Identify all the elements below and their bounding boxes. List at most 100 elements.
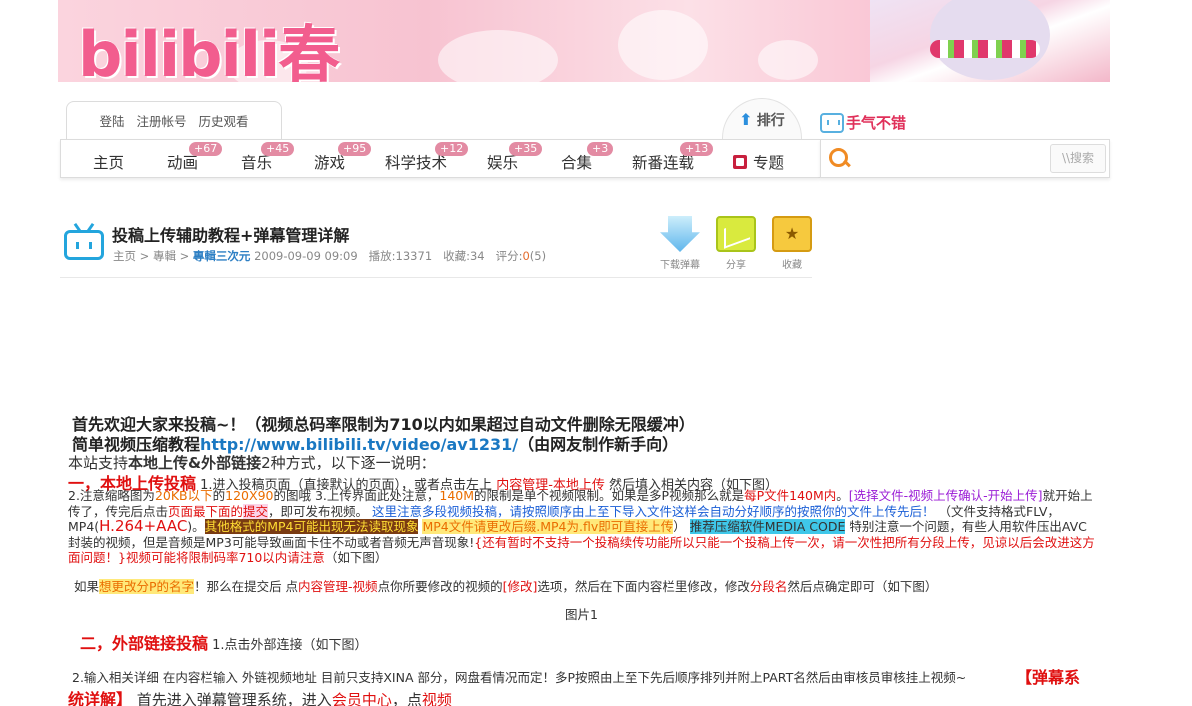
nav-science[interactable]: 科学技术 +12 (385, 142, 469, 173)
banner-illustration (870, 0, 1110, 82)
nav-count-badge: +12 (435, 142, 469, 156)
site-logo[interactable]: bilibili春 (78, 4, 340, 82)
nav-special[interactable]: 专题 (733, 151, 784, 173)
highlight-text: MP4文件请更改后缀.MP4为.flv即可直接上传 (422, 519, 674, 534)
video-title: 投稿上传辅助教程+弹幕管理详解 (112, 226, 350, 245)
search-input[interactable] (857, 145, 1047, 172)
breadcrumb-separator: > (179, 249, 190, 263)
highlight-text: 这里注意多段视频投稿，请按照顺序由上至下导入文件这样会自动分好顺序的按照你的文件… (372, 503, 935, 519)
nav-count-badge: +95 (338, 142, 372, 156)
section-title: 统详解】 (68, 690, 133, 706)
rank-label: 排行 (756, 112, 785, 129)
nav-collection[interactable]: 合集 +3 (561, 142, 614, 173)
nav-anime[interactable]: 动画 +67 (167, 142, 223, 173)
action-label: 收藏 (782, 260, 802, 271)
breadcrumb-category[interactable]: 專輯三次元 (193, 249, 251, 263)
nav-game[interactable]: 游戏 +95 (314, 142, 372, 173)
nav-label: 音乐 (241, 154, 273, 172)
nav-entertainment[interactable]: 娱乐 +35 (487, 142, 543, 173)
highlight-text: 120X90 (225, 488, 274, 503)
section-danmaku: 统详解】 首先进入弹幕管理系统，进入会员中心，点视频 (68, 686, 452, 706)
login-link[interactable]: 登陆 (99, 111, 124, 130)
nav-label: 新番连载 (632, 154, 695, 172)
section-title: 二，外部链接投稿 (80, 634, 209, 653)
tv-icon (64, 222, 104, 260)
main-nav: 主页 动画 +67 音乐 +45 游戏 +95 科学技术 +12 娱乐 +35 … (60, 139, 820, 178)
note-text: 如果 (74, 579, 100, 594)
search-button[interactable]: \\搜索 (1050, 144, 1106, 173)
note-text: ！那么在提交后 点 (194, 579, 299, 594)
highlight-text: 视频可能将限制码率710以内请注意 (125, 550, 325, 565)
highlight-text: 分段名 (749, 579, 788, 594)
nav-label: 主页 (93, 154, 125, 172)
upload-time: 2009-09-09 09:09 (254, 249, 358, 263)
lucky-label: 手气不错 (846, 114, 907, 132)
search-bar: \\搜索 (820, 139, 1110, 178)
site-banner[interactable]: bilibili春 (58, 0, 1110, 82)
note-text: 选项，然后在下面内容栏里修改，修改 (537, 579, 750, 594)
note-text: 然后点确定即可（如下图） (787, 579, 938, 594)
nav-label: 游戏 (314, 154, 346, 172)
note-text: 。 (836, 488, 849, 503)
highlight-text: 140M (439, 488, 475, 503)
step-text: 首先进入弹幕管理系统，进入 (136, 691, 332, 706)
note-text: 点你所要修改的视频的 (377, 579, 503, 594)
nav-count-badge: +35 (509, 142, 543, 156)
nav-home[interactable]: 主页 (93, 151, 124, 173)
nav-new-anime[interactable]: 新番连载 +13 (632, 142, 714, 173)
download-danmaku-button[interactable]: 下载弹幕 (658, 216, 702, 271)
highlight-text: 其他格式的MP4可能出现无法读取现象 (204, 519, 419, 534)
nav-music[interactable]: 音乐 +45 (241, 142, 295, 173)
breadcrumb-home[interactable]: 主页 (113, 249, 136, 263)
step-text: ，点 (391, 691, 422, 706)
highlight-text: 提交 (243, 503, 269, 519)
breadcrumb-section[interactable]: 專輯 (153, 249, 176, 263)
history-link[interactable]: 历史观看 (199, 111, 249, 130)
favorite-button[interactable]: 收藏 (770, 216, 814, 271)
nav-label: 动画 (167, 154, 199, 172)
highlight-text: 内容管理-视频 (298, 579, 378, 594)
search-icon (829, 148, 849, 168)
rename-part-line: 如果想更改分P的名字！那么在提交后 点内容管理-视频点你所要修改的视频的[修改]… (74, 576, 937, 595)
user-links: 登陆 注册帐号 历史观看 (66, 101, 282, 139)
folder-star-icon (772, 216, 812, 252)
highlight-text: [选择文件-视频上传确认-开始上传] (848, 488, 1043, 503)
register-link[interactable]: 注册帐号 (136, 111, 186, 130)
step-text: 1.点击外部连接（如下图） (212, 638, 368, 653)
nav-count-badge: +45 (261, 142, 295, 156)
video-header: 投稿上传辅助教程+弹幕管理详解 主页 > 專輯 > 專輯三次元 2009-09-… (60, 208, 812, 278)
special-topic-icon (733, 155, 747, 169)
action-label: 分享 (726, 260, 746, 271)
plays-count: 13371 (395, 249, 433, 263)
nav-label: 娱乐 (487, 154, 519, 172)
highlight-text: H.264+AAC (99, 517, 188, 535)
lucky-button[interactable]: 手气不错 (820, 112, 906, 133)
highlight-text: [修改] (502, 579, 538, 594)
breadcrumb-separator: > (139, 249, 150, 263)
score-value: 0 (522, 249, 530, 263)
highlight-text: 视频 (421, 691, 452, 706)
section-title: 【弹幕系 (1016, 668, 1081, 687)
note-text: ，即可发布视频。 (268, 503, 369, 519)
rank-button[interactable]: ⬆ 排行 (722, 98, 802, 140)
note-text: 的图哦 3.上传界面此处注意， (273, 488, 440, 503)
video-meta: 主页 > 專輯 > 專輯三次元 2009-09-09 09:09 播放:1337… (113, 248, 546, 264)
score-label: 评分: (495, 249, 523, 263)
tv-icon (820, 112, 844, 133)
favs-label: 收藏: (443, 249, 470, 263)
note-text: )。 (187, 519, 205, 534)
note-text: 2.注意缩略图为 (68, 488, 155, 503)
plays-label: 播放: (368, 249, 396, 263)
nav-label: 专题 (753, 154, 785, 172)
highlight-text: 会员中心 (331, 691, 392, 706)
highlight-text: 每P文件140M内 (744, 488, 837, 503)
nav-label: 科学技术 (385, 154, 448, 172)
download-icon (660, 216, 700, 252)
note-text: 的限制是单个视频限制。如果是多P视频那么就是 (474, 488, 745, 503)
nav-count-badge: +3 (587, 142, 614, 156)
nav-label: 合集 (561, 154, 593, 172)
highlight-text: 20KB以下 (154, 488, 213, 503)
note-text: 的 (212, 488, 226, 503)
nav-count-badge: +67 (189, 142, 223, 156)
share-button[interactable]: 分享 (714, 216, 758, 271)
